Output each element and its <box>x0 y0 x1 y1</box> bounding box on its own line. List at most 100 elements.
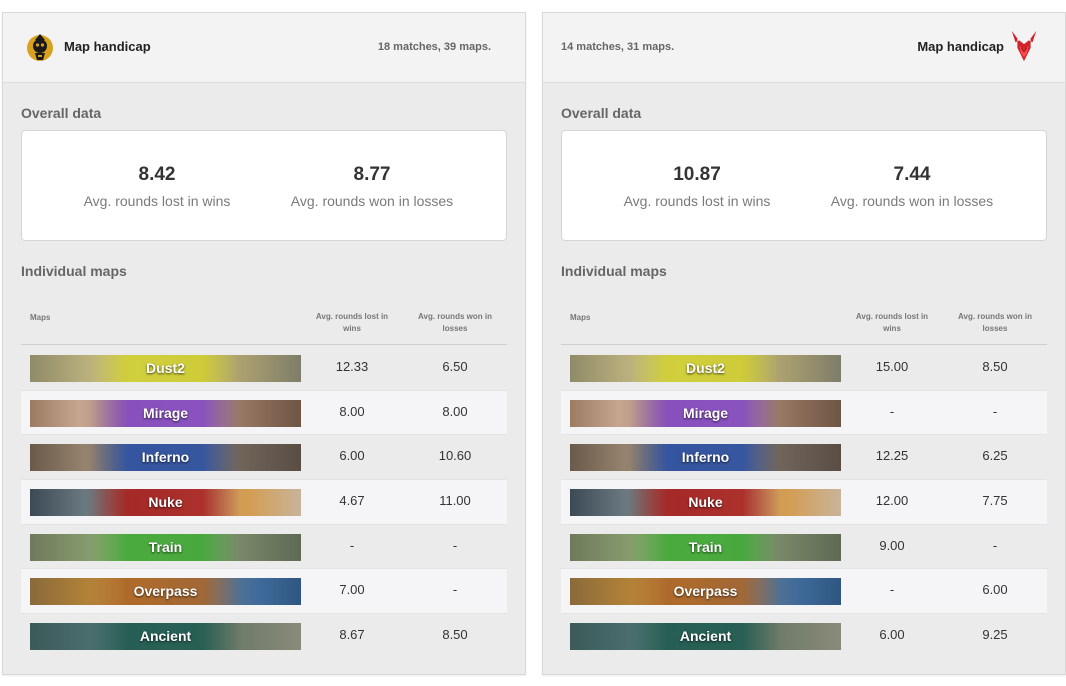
stat-value: 8.42 <box>138 164 176 185</box>
column-header-maps: Maps <box>30 313 51 322</box>
column-header-lost-in-wins: Avg. rounds lost in wins <box>315 312 389 333</box>
cell-won-in-losses: 6.50 <box>442 359 468 374</box>
table-row: Dust2 15.00 8.50 <box>561 346 1047 391</box>
map-banner-inferno: Inferno <box>570 444 841 472</box>
table-row: Train - - <box>21 524 507 570</box>
map-name: Overpass <box>673 583 738 600</box>
map-banner-dust2: Dust2 <box>570 355 841 382</box>
table-row: Overpass - 6.00 <box>561 569 1047 615</box>
map-banner-nuke: Nuke <box>30 489 301 517</box>
map-name: Ancient <box>679 628 732 645</box>
individual-maps-heading: Individual maps <box>21 263 127 279</box>
cell-lost-in-wins: 7.00 <box>339 582 365 598</box>
cell-lost-in-wins: 12.00 <box>875 493 909 509</box>
stat-label: Avg. rounds lost in wins <box>623 193 771 209</box>
cell-won-in-losses: 11.00 <box>439 493 471 509</box>
cell-lost-in-wins: 9.00 <box>879 537 905 553</box>
table-row: Nuke 12.00 7.75 <box>561 480 1047 525</box>
table-header: Maps Avg. rounds lost in wins Avg. round… <box>21 305 507 345</box>
map-banner-overpass: Overpass <box>570 578 841 606</box>
cell-won-in-losses: - <box>452 582 458 598</box>
overall-stats-card: 8.42 Avg. rounds lost in wins 8.77 Avg. … <box>21 130 507 241</box>
map-name: Inferno <box>141 449 190 466</box>
panel-title: Map handicap <box>64 39 151 54</box>
table-row: Mirage 8.00 8.00 <box>21 390 507 436</box>
map-banner-inferno: Inferno <box>30 444 301 472</box>
matches-summary: 18 matches, 39 maps. <box>377 41 491 53</box>
overall-stats-card: 10.87 Avg. rounds lost in wins 7.44 Avg.… <box>561 130 1047 241</box>
table-row: Ancient 6.00 9.25 <box>561 614 1047 659</box>
cell-won-in-losses: 9.25 <box>982 627 1008 643</box>
cell-lost-in-wins: 8.67 <box>339 627 365 643</box>
cell-lost-in-wins: 8.00 <box>339 403 365 419</box>
cell-won-in-losses: - <box>452 537 458 553</box>
column-header-lost-in-wins: Avg. rounds lost in wins <box>855 312 929 333</box>
cell-won-in-losses: 8.00 <box>442 403 468 419</box>
stat-avg-won-in-losses: 8.77 Avg. rounds won in losses <box>272 164 472 209</box>
maps-table-body: Dust2 12.33 6.50 Mirage 8.00 8.00 Infern… <box>21 346 507 659</box>
table-row: Mirage - - <box>561 390 1047 436</box>
column-header-maps: Maps <box>570 313 591 322</box>
stat-avg-lost-in-wins: 10.87 Avg. rounds lost in wins <box>597 164 797 209</box>
table-header: Maps Avg. rounds lost in wins Avg. round… <box>561 305 1047 345</box>
stat-label: Avg. rounds lost in wins <box>83 193 231 209</box>
stat-avg-lost-in-wins: 8.42 Avg. rounds lost in wins <box>57 164 257 209</box>
cell-won-in-losses: 8.50 <box>442 627 468 643</box>
map-name: Mirage <box>142 404 189 421</box>
team-logo-icon[interactable] <box>1009 29 1039 63</box>
map-banner-nuke: Nuke <box>570 489 841 517</box>
matches-summary: 14 matches, 31 maps. <box>561 41 675 53</box>
cell-won-in-losses: - <box>992 403 998 419</box>
map-banner-train: Train <box>570 533 841 561</box>
team-logo-icon[interactable] <box>25 31 55 65</box>
map-name: Overpass <box>133 583 198 600</box>
map-name: Ancient <box>139 628 192 645</box>
team-panel-left: Map handicap 18 matches, 39 maps. Overal… <box>2 12 526 675</box>
map-name: Train <box>688 538 723 555</box>
table-row: Overpass 7.00 - <box>21 569 507 615</box>
map-name: Mirage <box>682 404 729 421</box>
map-banner-overpass: Overpass <box>30 578 301 606</box>
map-banner-mirage: Mirage <box>570 399 841 427</box>
map-banner-dust2: Dust2 <box>30 355 301 382</box>
map-banner-train: Train <box>30 533 301 561</box>
table-row: Inferno 12.25 6.25 <box>561 435 1047 481</box>
map-banner-mirage: Mirage <box>30 399 301 427</box>
column-header-won-in-losses: Avg. rounds won in losses <box>958 312 1032 333</box>
cell-won-in-losses: 8.50 <box>982 359 1008 374</box>
map-name: Nuke <box>148 494 183 511</box>
cell-lost-in-wins: 4.67 <box>339 493 365 509</box>
panel-header: Map handicap 18 matches, 39 maps. <box>3 13 525 83</box>
stat-value: 10.87 <box>673 164 721 185</box>
map-name: Inferno <box>681 449 730 466</box>
cell-lost-in-wins: 6.00 <box>339 448 365 464</box>
table-row: Nuke 4.67 11.00 <box>21 480 507 525</box>
cell-lost-in-wins: 12.33 <box>335 359 369 374</box>
table-row: Train 9.00 - <box>561 524 1047 570</box>
map-banner-ancient: Ancient <box>30 623 301 651</box>
stat-label: Avg. rounds won in losses <box>290 193 454 209</box>
table-row: Inferno 6.00 10.60 <box>21 435 507 481</box>
cell-won-in-losses: 6.00 <box>982 582 1008 598</box>
individual-maps-heading: Individual maps <box>561 263 667 279</box>
cell-lost-in-wins: 15.00 <box>875 359 909 374</box>
map-name: Train <box>148 538 183 555</box>
stat-value: 8.77 <box>353 164 391 185</box>
team-panel-right: 14 matches, 31 maps. Map handicap Overal… <box>542 12 1066 675</box>
panel-header: 14 matches, 31 maps. Map handicap <box>543 13 1065 83</box>
cell-won-in-losses: 7.75 <box>982 493 1008 509</box>
overall-data-heading: Overall data <box>21 105 102 121</box>
overall-data-heading: Overall data <box>561 105 642 121</box>
cell-lost-in-wins: - <box>889 403 895 419</box>
maps-table-body: Dust2 15.00 8.50 Mirage - - Inferno 12.2… <box>561 346 1047 659</box>
cell-won-in-losses: 6.25 <box>982 448 1008 464</box>
cell-lost-in-wins: - <box>889 582 895 598</box>
stat-avg-won-in-losses: 7.44 Avg. rounds won in losses <box>812 164 1012 209</box>
map-name: Nuke <box>688 494 723 511</box>
table-row: Dust2 12.33 6.50 <box>21 346 507 391</box>
cell-lost-in-wins: 6.00 <box>879 627 905 643</box>
cell-won-in-losses: 10.60 <box>438 448 472 464</box>
table-row: Ancient 8.67 8.50 <box>21 614 507 659</box>
cell-lost-in-wins: - <box>349 537 355 553</box>
cell-won-in-losses: - <box>992 537 998 553</box>
